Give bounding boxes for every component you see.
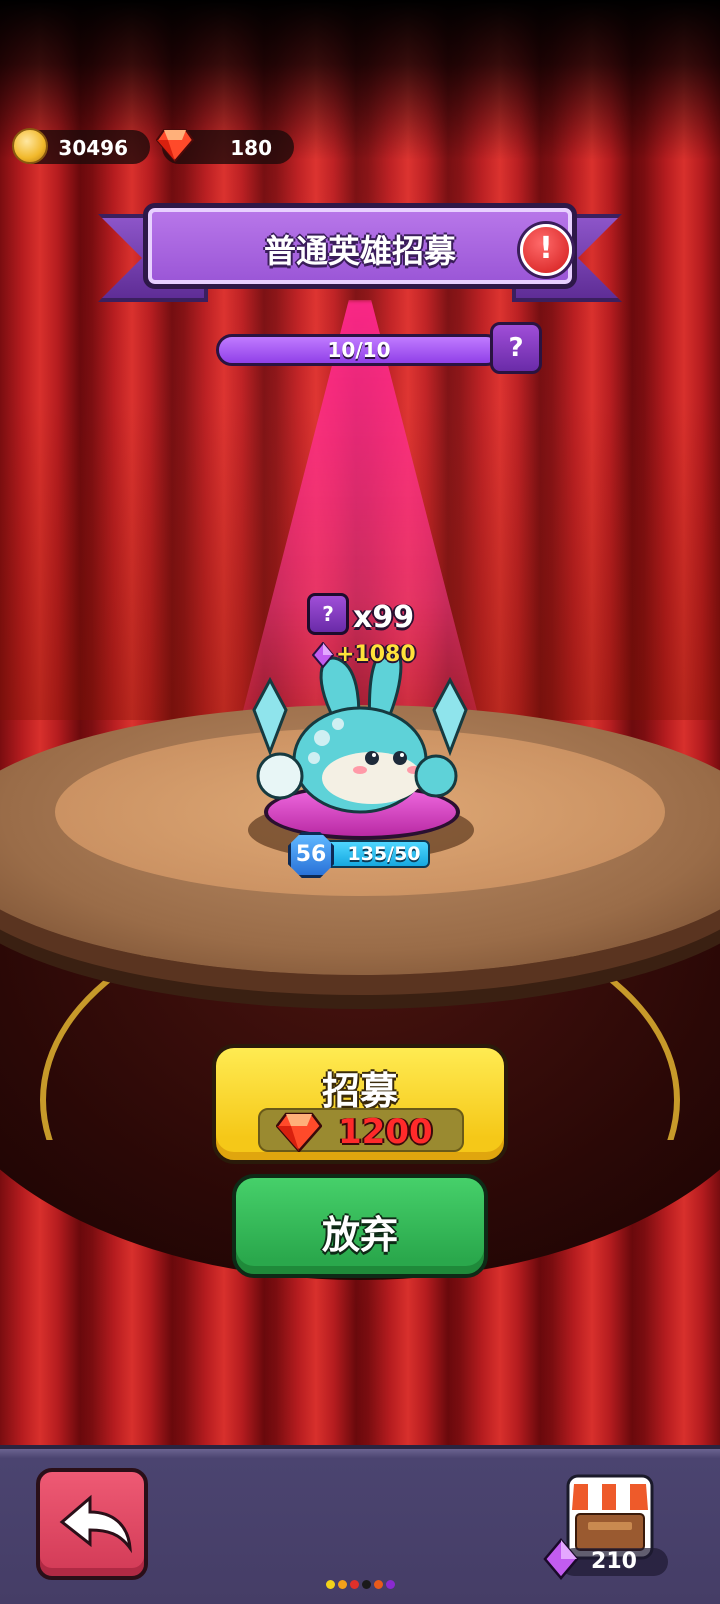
recruit-cost: 1200 — [258, 1108, 464, 1152]
page-dot — [362, 1580, 371, 1589]
purple-gem-icon — [543, 1538, 579, 1580]
page-dot — [386, 1580, 395, 1589]
title-banner: 普通英雄招募 — [143, 203, 577, 289]
hero-level-badge: 56 — [288, 832, 334, 878]
gem-counter: 180 — [156, 129, 294, 164]
recruit-label: 招募 — [321, 1069, 398, 1113]
page-dot — [338, 1580, 347, 1589]
banner-title: 普通英雄招募 — [263, 232, 456, 270]
progress-text: 10/10 — [327, 338, 391, 362]
abandon-label: 放弃 — [321, 1213, 398, 1257]
rabbit-hero-character[interactable] — [250, 640, 470, 820]
bonus-gems: +1080 — [336, 642, 416, 667]
recruit-cost-value: 1200 — [338, 1112, 433, 1152]
progress-help-button[interactable]: ? — [490, 322, 542, 374]
hero-exp-bar: 135/50 — [320, 840, 430, 868]
info-alert-button[interactable]: ! — [520, 224, 572, 276]
back-arrow-icon — [59, 1494, 132, 1554]
recruit-button[interactable]: 招募 1200 — [212, 1044, 508, 1164]
page-dot — [326, 1580, 335, 1589]
page-dot — [374, 1580, 383, 1589]
page-dot — [350, 1580, 359, 1589]
coin-icon — [12, 128, 48, 164]
abandon-button[interactable]: 放弃 — [232, 1174, 488, 1278]
coin-value: 30496 — [58, 136, 128, 160]
question-icon: ? — [508, 333, 524, 363]
mystery-item-icon: ? — [307, 593, 349, 635]
red-gem-icon — [276, 1112, 322, 1152]
coin-counter: 30496 — [12, 128, 150, 164]
theater-stage-background: 30496 180 普通英雄招募 ! 10/10 ? ? x99 +1080 1… — [0, 0, 720, 1445]
exclamation-icon: ! — [539, 231, 553, 266]
reward-count: x99 — [353, 600, 415, 635]
red-gem-icon — [156, 129, 194, 162]
purple-gem-icon — [312, 642, 334, 668]
gem-value: 180 — [230, 136, 272, 160]
page-indicator — [326, 1580, 395, 1589]
back-button[interactable] — [36, 1468, 148, 1580]
